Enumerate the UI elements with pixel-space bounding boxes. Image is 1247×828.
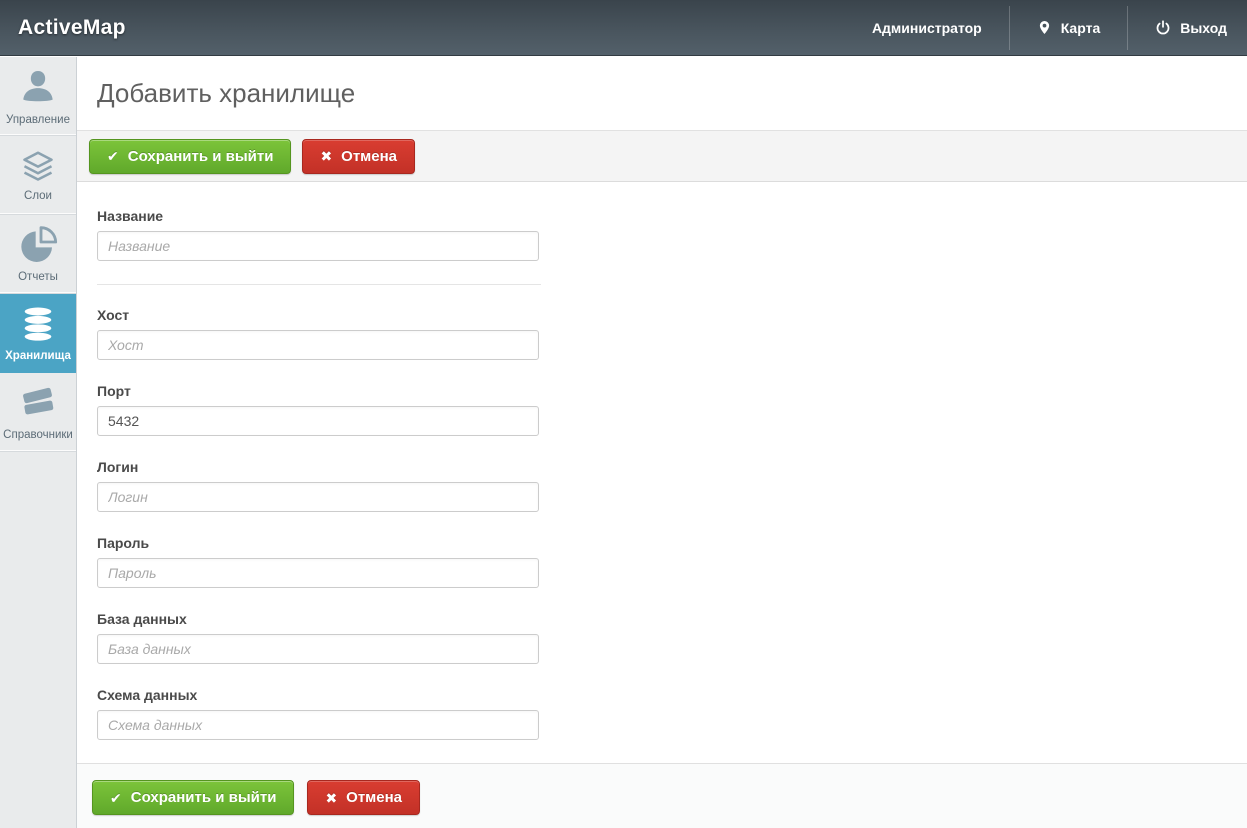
host-field[interactable]	[97, 330, 539, 360]
login-field-label: Логин	[97, 459, 1247, 475]
save-and-exit-button-top[interactable]: ✔ Сохранить и выйти	[89, 139, 291, 174]
check-icon: ✔	[110, 791, 122, 805]
name-field[interactable]	[97, 231, 539, 261]
top-nav: Администратор Карта Выход	[845, 0, 1247, 55]
form-divider	[97, 284, 541, 285]
x-icon: ✖	[320, 149, 332, 163]
sidebar-item-reports[interactable]: Отчеты	[0, 215, 76, 294]
sidebar-item-label: Отчеты	[18, 271, 58, 283]
layers-icon	[19, 148, 57, 184]
bottom-action-bar: ✔ Сохранить и выйти ✖ Отмена	[77, 763, 1247, 828]
login-field[interactable]	[97, 482, 539, 512]
power-icon	[1155, 20, 1171, 36]
field-group-name: Название	[97, 208, 1247, 261]
sidebar-item-directories[interactable]: Справочники	[0, 373, 76, 452]
page-title: Добавить хранилище	[77, 78, 355, 109]
sidebar-item-layers[interactable]: Слои	[0, 136, 76, 215]
pie-chart-icon	[18, 225, 58, 265]
field-group-host: Хост	[97, 307, 1247, 360]
logout-link-label: Выход	[1180, 20, 1227, 36]
field-group-database: База данных	[97, 611, 1247, 664]
schema-field[interactable]	[97, 710, 539, 740]
save-and-exit-button-bottom[interactable]: ✔ Сохранить и выйти	[92, 780, 294, 815]
name-field-label: Название	[97, 208, 1247, 224]
field-group-password: Пароль	[97, 535, 1247, 588]
x-icon: ✖	[325, 791, 337, 805]
sidebar-item-management[interactable]: Управление	[0, 57, 76, 136]
main-content: Добавить хранилище ✔ Сохранить и выйти ✖…	[77, 56, 1247, 827]
sidebar-item-label: Управление	[6, 114, 70, 126]
page-header: Добавить хранилище	[77, 56, 1247, 131]
host-field-label: Хост	[97, 307, 1247, 323]
map-pin-icon	[1037, 18, 1052, 37]
cancel-button-label: Отмена	[341, 148, 397, 165]
sidebar: Управление Слои Отчеты	[0, 57, 77, 828]
user-icon	[18, 66, 58, 108]
logout-link[interactable]: Выход	[1128, 0, 1247, 55]
database-field[interactable]	[97, 634, 539, 664]
port-field[interactable]	[97, 406, 539, 436]
password-field[interactable]	[97, 558, 539, 588]
current-user[interactable]: Администратор	[845, 0, 1009, 55]
sidebar-item-label: Слои	[24, 190, 52, 202]
cancel-button-bottom[interactable]: ✖ Отмена	[307, 780, 420, 815]
sidebar-item-label: Хранилища	[5, 350, 71, 362]
storage-form: Название Хост Порт Логин Пароль База дан…	[77, 182, 1247, 740]
save-button-label: Сохранить и выйти	[128, 148, 274, 165]
map-link-label: Карта	[1061, 20, 1101, 36]
map-link[interactable]: Карта	[1010, 0, 1128, 55]
sidebar-item-storages[interactable]: Хранилища	[0, 294, 76, 373]
top-action-bar: ✔ Сохранить и выйти ✖ Отмена	[77, 131, 1247, 182]
database-icon	[19, 304, 57, 344]
save-button-label: Сохранить и выйти	[131, 789, 277, 806]
app-logo: ActiveMap	[0, 16, 126, 40]
field-group-schema: Схема данных	[97, 687, 1247, 740]
cancel-button-top[interactable]: ✖ Отмена	[302, 139, 415, 174]
field-group-port: Порт	[97, 383, 1247, 436]
port-field-label: Порт	[97, 383, 1247, 399]
schema-field-label: Схема данных	[97, 687, 1247, 703]
cancel-button-label: Отмена	[346, 789, 402, 806]
top-bar: ActiveMap Администратор Карта Выход	[0, 0, 1247, 56]
password-field-label: Пароль	[97, 535, 1247, 551]
database-field-label: База данных	[97, 611, 1247, 627]
check-icon: ✔	[107, 149, 119, 163]
sidebar-item-label: Справочники	[3, 429, 73, 441]
books-icon	[18, 383, 58, 423]
field-group-login: Логин	[97, 459, 1247, 512]
